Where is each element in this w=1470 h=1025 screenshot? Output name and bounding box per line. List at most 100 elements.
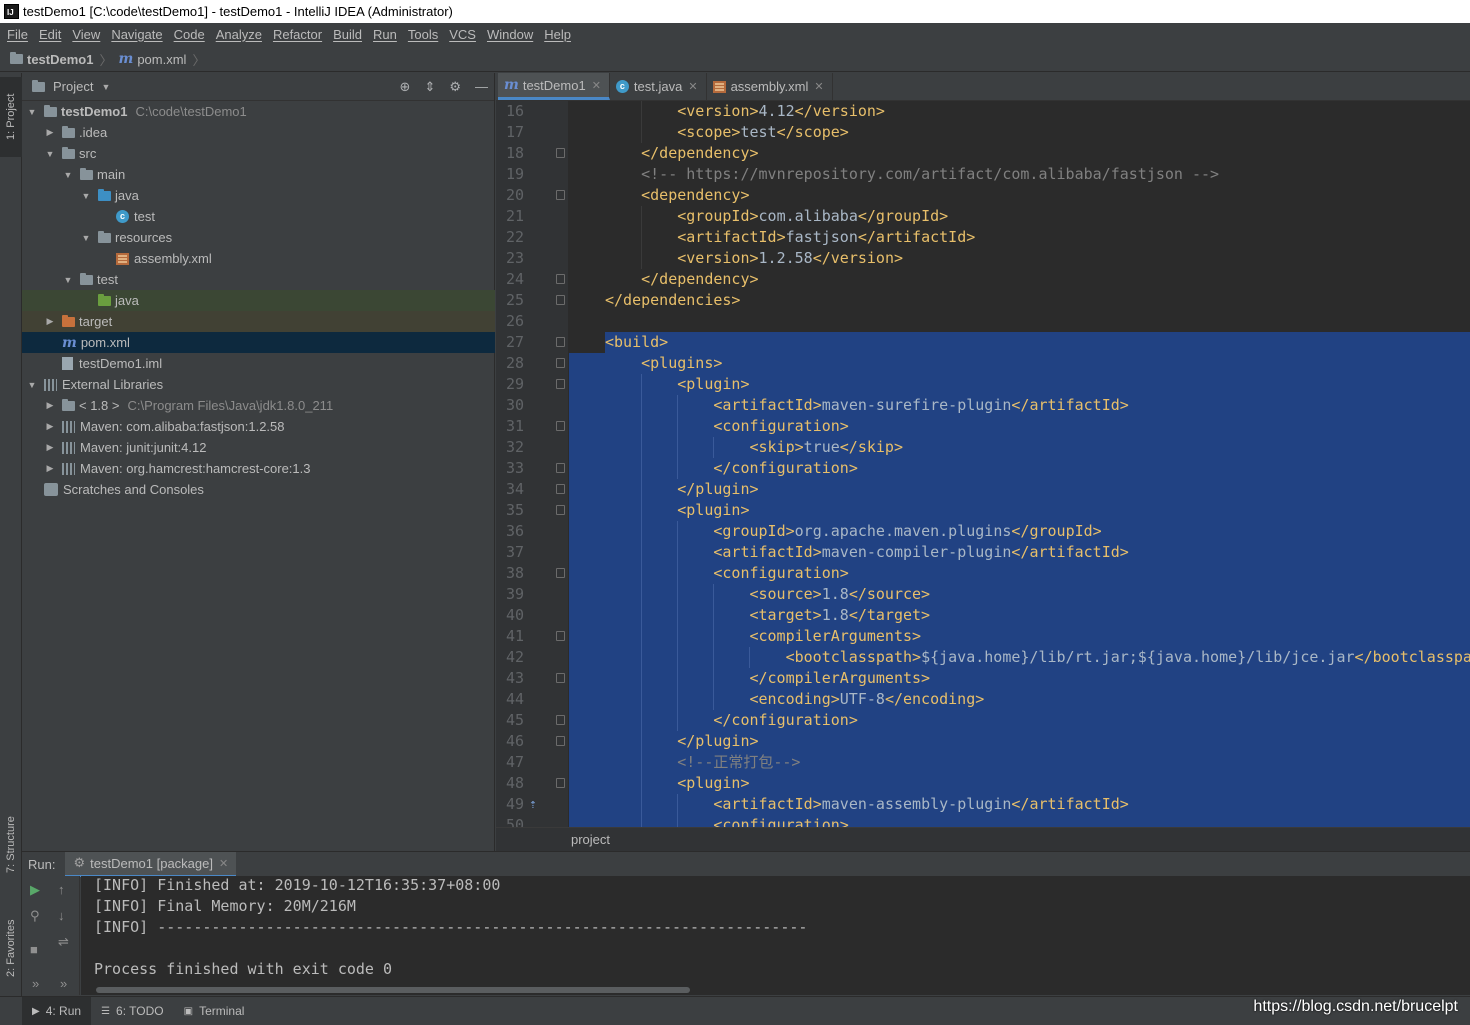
locate-icon[interactable]: ⊕ <box>400 79 411 95</box>
expanded-arrow-icon[interactable]: ▼ <box>80 233 92 243</box>
menu-file[interactable]: File <box>2 27 34 42</box>
menu-vcs[interactable]: VCS <box>444 27 482 42</box>
fold-marker-icon[interactable] <box>556 778 565 788</box>
tree-item[interactable]: ▶ Maven: com.alibaba:fastjson:1.2.58 <box>22 416 495 437</box>
fold-marker-icon[interactable] <box>556 631 565 641</box>
tree-item[interactable]: ▶ Maven: junit:junit:4.12 <box>22 437 495 458</box>
tree-item[interactable]: c test <box>22 206 495 227</box>
expanded-arrow-icon[interactable]: ▼ <box>26 107 38 117</box>
close-icon[interactable]: ✕ <box>814 80 823 93</box>
tree-item[interactable]: ▼ testDemo1 C:\code\testDemo1 <box>22 101 495 122</box>
fold-marker-icon[interactable] <box>556 190 565 200</box>
debug-icon[interactable]: ⚲ <box>30 908 40 924</box>
run-tab[interactable]: ⚙ testDemo1 [package] ✕ <box>65 851 237 877</box>
project-view-selector[interactable]: Project <box>53 79 93 94</box>
tree-item[interactable]: m pom.xml <box>22 332 495 353</box>
menu-code[interactable]: Code <box>169 27 211 42</box>
fold-marker-icon[interactable] <box>556 715 565 725</box>
menu-window[interactable]: Window <box>482 27 539 42</box>
tree-item[interactable]: ▼ main <box>22 164 495 185</box>
tool-tab-structure[interactable]: 7: Structure <box>0 803 22 887</box>
tree-item[interactable]: ▶ < 1.8 > C:\Program Files\Java\jdk1.8.0_2… <box>22 395 495 416</box>
menu-help[interactable]: Help <box>539 27 577 42</box>
breadcrumb-file[interactable]: m pom.xml <box>118 51 186 67</box>
menu-refactor[interactable]: Refactor <box>268 27 328 42</box>
tree-item[interactable]: ▼ src <box>22 143 495 164</box>
hide-icon[interactable]: — <box>475 79 488 95</box>
menu-edit[interactable]: Edit <box>34 27 67 42</box>
menu-navigate[interactable]: Navigate <box>106 27 168 42</box>
folder-icon <box>80 167 93 180</box>
fold-marker-icon[interactable] <box>556 337 565 347</box>
menu-view[interactable]: View <box>67 27 106 42</box>
tool-tab-favorites[interactable]: 2: Favorites <box>0 903 22 993</box>
tree-item[interactable]: testDemo1.iml <box>22 353 495 374</box>
fold-marker-icon[interactable] <box>556 148 565 158</box>
arrow-down-icon[interactable]: ↓ <box>58 908 65 923</box>
tool-tab-project[interactable]: 1: Project <box>0 77 22 157</box>
expanded-arrow-icon[interactable]: ▼ <box>62 170 74 180</box>
breadcrumb-project[interactable]: testDemo1 <box>10 52 93 67</box>
collapsed-arrow-icon[interactable]: ▶ <box>44 316 56 327</box>
fold-marker-icon[interactable] <box>556 568 565 578</box>
fold-marker-icon[interactable] <box>556 736 565 746</box>
tree-item[interactable]: assembly.xml <box>22 248 495 269</box>
more-icon[interactable]: » <box>60 976 67 991</box>
collapsed-arrow-icon[interactable]: ▶ <box>44 421 56 432</box>
tool-tab[interactable]: ☰ 6: TODO <box>91 997 174 1025</box>
expanded-arrow-icon[interactable]: ▼ <box>62 275 74 285</box>
tree-item[interactable]: ▼ External Libraries <box>22 374 495 395</box>
collapsed-arrow-icon[interactable]: ▶ <box>44 442 56 453</box>
fold-marker-icon[interactable] <box>556 295 565 305</box>
collapsed-arrow-icon[interactable]: ▶ <box>44 400 56 411</box>
close-icon[interactable]: ✕ <box>592 79 601 92</box>
close-icon[interactable]: ✕ <box>688 80 697 93</box>
tree-item[interactable]: ▶ Maven: org.hamcrest:hamcrest-core:1.3 <box>22 458 495 479</box>
close-icon[interactable]: ✕ <box>219 857 228 870</box>
fold-marker-icon[interactable] <box>556 505 565 515</box>
tool-tab[interactable]: ▣ Terminal <box>174 997 255 1025</box>
menu-run[interactable]: Run <box>368 27 403 42</box>
tree-item[interactable]: ▼ java <box>22 185 495 206</box>
editor-tab[interactable]: c test.java ✕ <box>610 73 707 100</box>
stop-icon[interactable]: ■ <box>30 942 38 957</box>
implementation-marker-icon[interactable]: ⇡ <box>529 794 537 815</box>
tree-item[interactable]: ▶ .idea <box>22 122 495 143</box>
rerun-icon[interactable]: ▶ <box>30 882 40 898</box>
expanded-arrow-icon[interactable]: ▼ <box>80 191 92 201</box>
gear-icon[interactable]: ⚙ <box>449 79 461 95</box>
menu-tools[interactable]: Tools <box>403 27 444 42</box>
code-line: 17 <scope>test</scope> <box>496 122 1470 143</box>
tree-item[interactable]: ▼ resources <box>22 227 495 248</box>
editor-tab[interactable]: assembly.xml ✕ <box>707 73 833 100</box>
collapsed-arrow-icon[interactable]: ▶ <box>44 127 56 138</box>
collapsed-arrow-icon[interactable]: ▶ <box>44 463 56 474</box>
tree-item[interactable]: java <box>22 290 495 311</box>
fold-marker-icon[interactable] <box>556 421 565 431</box>
menu-analyze[interactable]: Analyze <box>211 27 268 42</box>
tree-item[interactable]: Scratches and Consoles <box>22 479 495 500</box>
chevron-down-icon[interactable]: ▼ <box>101 82 110 92</box>
menu-build[interactable]: Build <box>328 27 368 42</box>
soft-wrap-icon[interactable]: ⇌ <box>58 934 69 950</box>
editor-tab[interactable]: m testDemo1 ✕ <box>498 73 610 100</box>
fold-marker-icon[interactable] <box>556 358 565 368</box>
console-output[interactable]: [INFO] Finished at: 2019-10-12T16:35:37+… <box>81 876 1470 995</box>
horizontal-scrollbar[interactable] <box>96 987 690 993</box>
fold-marker-icon[interactable] <box>556 379 565 389</box>
fold-marker-icon[interactable] <box>556 673 565 683</box>
tool-tab[interactable]: ▶ 4: Run <box>22 996 92 1025</box>
fold-marker-icon[interactable] <box>556 274 565 284</box>
editor-tab-label: testDemo1 <box>522 77 586 93</box>
expanded-arrow-icon[interactable]: ▼ <box>44 149 56 159</box>
fold-marker-icon[interactable] <box>556 463 565 473</box>
fold-marker-icon[interactable] <box>556 484 565 494</box>
more-icon[interactable]: » <box>32 976 39 991</box>
tree-item[interactable]: ▼ test <box>22 269 495 290</box>
expanded-arrow-icon[interactable]: ▼ <box>26 380 38 390</box>
collapse-all-icon[interactable]: ⇕ <box>424 79 435 95</box>
code-editor[interactable]: 16 <version>4.12</version> 17 <scope>test</… <box>496 101 1470 827</box>
tree-item[interactable]: ▶ target <box>22 311 495 332</box>
arrow-up-icon[interactable]: ↑ <box>58 882 65 897</box>
editor-breadcrumb-item[interactable]: project <box>571 832 610 847</box>
